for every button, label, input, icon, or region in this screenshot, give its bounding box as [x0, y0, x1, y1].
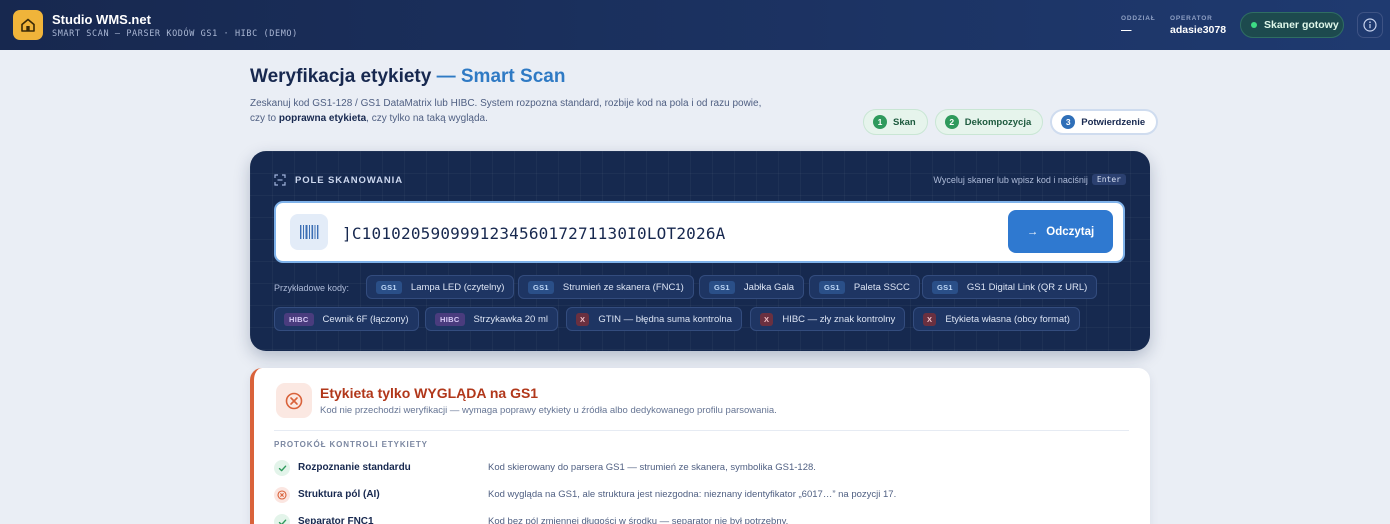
- stepper: 1 Skan 2 Dekompozycja 3 Potwierdzenie: [863, 109, 1159, 135]
- example-label: Paleta SSCC: [853, 281, 910, 293]
- operator-label: OPERATOR: [1170, 15, 1213, 22]
- example-tag: GS1: [528, 280, 554, 294]
- enter-key-badge: Enter: [1091, 174, 1126, 185]
- page-title: Weryfikacja etykiety — Smart Scan: [250, 66, 565, 88]
- scan-hint-text: Wyceluj skaner lub wpisz kod i naciśnij: [933, 174, 1088, 185]
- error-icon: [274, 487, 290, 503]
- info-icon: [1363, 18, 1377, 32]
- check-name: Separator FNC1: [298, 516, 374, 524]
- x-icon: X: [923, 312, 937, 326]
- example-tag: GS1: [932, 280, 958, 294]
- error-circle-icon: [276, 383, 312, 418]
- check-description: Kod skierowany do parsera GS1 — strumień…: [488, 462, 816, 473]
- example-chip[interactable]: HIBC Strzykawka 20 ml: [425, 307, 558, 331]
- examples-label: Przykładowe kody:: [274, 283, 350, 293]
- step-scan[interactable]: 1 Skan: [863, 109, 928, 135]
- result-title: Etykieta tylko WYGLĄDA na GS1: [320, 385, 539, 401]
- step-label: Potwierdzenie: [1081, 116, 1146, 128]
- check-row: Struktura pól (AI) Kod wygląda na GS1, a…: [274, 486, 1134, 506]
- operator-info: OPERATOR adasie3078: [1170, 15, 1226, 36]
- step-label: Dekompozycja: [964, 116, 1032, 128]
- scan-panel: POLE SKANOWANIA Wyceluj skaner lub wpisz…: [250, 151, 1150, 351]
- brand: Studio WMS.net SMART SCAN — PARSER KODÓW…: [52, 12, 298, 39]
- example-chip[interactable]: GS1 Jabłka Gala: [699, 275, 805, 299]
- barcode-icon: [290, 214, 328, 250]
- x-icon: X: [576, 312, 590, 326]
- example-chip[interactable]: HIBC Cewnik 6F (łączony): [274, 307, 419, 331]
- step-label: Skan: [893, 116, 916, 128]
- example-tag: GS1: [709, 280, 735, 294]
- example-chip[interactable]: X HIBC — zły znak kontrolny: [750, 307, 906, 331]
- scan-panel-title: POLE SKANOWANIA: [295, 174, 403, 186]
- page-lead: Zeskanuj kod GS1-128 / GS1 DataMatrix lu…: [250, 96, 770, 126]
- example-chip[interactable]: X Etykieta własna (obcy format): [913, 307, 1080, 331]
- check-row: Separator FNC1 Kod bez pól zmiennej dług…: [274, 513, 1134, 524]
- check-name: Rozpoznanie standardu: [298, 462, 411, 473]
- example-tag: HIBC: [284, 312, 314, 326]
- app-subtitle: SMART SCAN — PARSER KODÓW GS1 · HIBC (DE…: [52, 29, 298, 39]
- example-label: Lampa LED (czytelny): [410, 281, 505, 293]
- check-icon: [274, 514, 290, 524]
- result-subtitle: Kod nie przechodzi weryfikacji — wymaga …: [320, 405, 777, 416]
- scanner-status-text: Skaner gotowy: [1264, 19, 1339, 31]
- example-chip[interactable]: GS1 Strumień ze skanera (FNC1): [518, 275, 694, 299]
- scan-panel-heading: POLE SKANOWANIA: [274, 174, 403, 186]
- x-icon: X: [760, 312, 774, 326]
- department-label: ODDZIAŁ: [1121, 15, 1156, 22]
- department-info: ODDZIAŁ —: [1121, 15, 1156, 36]
- operator-value: adasie3078: [1170, 24, 1227, 36]
- app-title: Studio WMS.net: [52, 12, 151, 27]
- arrow-right-icon: →: [1026, 225, 1039, 238]
- verification-result-card: Etykieta tylko WYGLĄDA na GS1 Kod nie pr…: [250, 368, 1150, 524]
- info-button[interactable]: [1357, 12, 1383, 38]
- check-description: Kod bez pól zmiennej długości w środku —…: [488, 516, 789, 524]
- example-label: Strzykawka 20 ml: [473, 313, 548, 325]
- scan-hint: Wyceluj skaner lub wpisz kod i naciśnij …: [933, 174, 1126, 185]
- step-number: 1: [873, 115, 887, 129]
- home-icon[interactable]: [13, 10, 43, 40]
- divider: [274, 430, 1129, 431]
- example-chip[interactable]: GS1 Paleta SSCC: [809, 275, 920, 299]
- example-label: GTIN — błędna suma kontrolna: [598, 313, 732, 325]
- check-row: Rozpoznanie standardu Kod skierowany do …: [274, 459, 1134, 479]
- step-decomposition[interactable]: 2 Dekompozycja: [934, 109, 1044, 135]
- example-label: Cewnik 6F (łączony): [322, 313, 409, 325]
- status-dot-icon: [1251, 22, 1257, 28]
- read-button-label: Odczytaj: [1046, 225, 1095, 238]
- page-title-main: Weryfikacja etykiety: [250, 66, 432, 87]
- example-tag: GS1: [819, 280, 845, 294]
- example-label: Strumień ze skanera (FNC1): [562, 281, 684, 293]
- example-label: Etykieta własna (obcy format): [945, 313, 1070, 325]
- top-bar: Studio WMS.net SMART SCAN — PARSER KODÓW…: [0, 0, 1390, 50]
- example-chip[interactable]: GS1 Lampa LED (czytelny): [366, 275, 515, 299]
- step-number: 3: [1061, 115, 1076, 129]
- example-chip[interactable]: GS1 GS1 Digital Link (QR z URL): [922, 275, 1098, 299]
- example-chip[interactable]: X GTIN — błędna suma kontrolna: [566, 307, 742, 331]
- step-confirmation[interactable]: 3 Potwierdzenie: [1050, 109, 1159, 135]
- scanner-status-badge[interactable]: Skaner gotowy: [1240, 12, 1344, 38]
- check-description: Kod wygląda na GS1, ale struktura jest n…: [488, 489, 897, 500]
- scan-code-input[interactable]: [342, 219, 902, 247]
- check-icon: [274, 460, 290, 476]
- example-label: Jabłka Gala: [743, 281, 795, 293]
- example-label: HIBC — zły znak kontrolny: [782, 313, 896, 325]
- lead-text-2: , czy tylko na taką wygląda.: [366, 113, 488, 124]
- step-number: 2: [944, 115, 959, 129]
- check-name: Struktura pól (AI): [298, 489, 380, 500]
- page-title-accent: — Smart Scan: [436, 66, 566, 87]
- protocol-heading: PROTOKÓŁ KONTROLI ETYKIETY: [274, 440, 428, 449]
- department-value: —: [1121, 24, 1132, 36]
- scan-frame-icon: [274, 174, 286, 186]
- read-button[interactable]: → Odczytaj: [1008, 210, 1113, 253]
- scan-field: → Odczytaj: [274, 201, 1125, 263]
- example-label: GS1 Digital Link (QR z URL): [966, 281, 1088, 293]
- example-tag: GS1: [376, 280, 402, 294]
- example-tag: HIBC: [435, 312, 465, 326]
- lead-bold: poprawna etykieta: [278, 113, 367, 124]
